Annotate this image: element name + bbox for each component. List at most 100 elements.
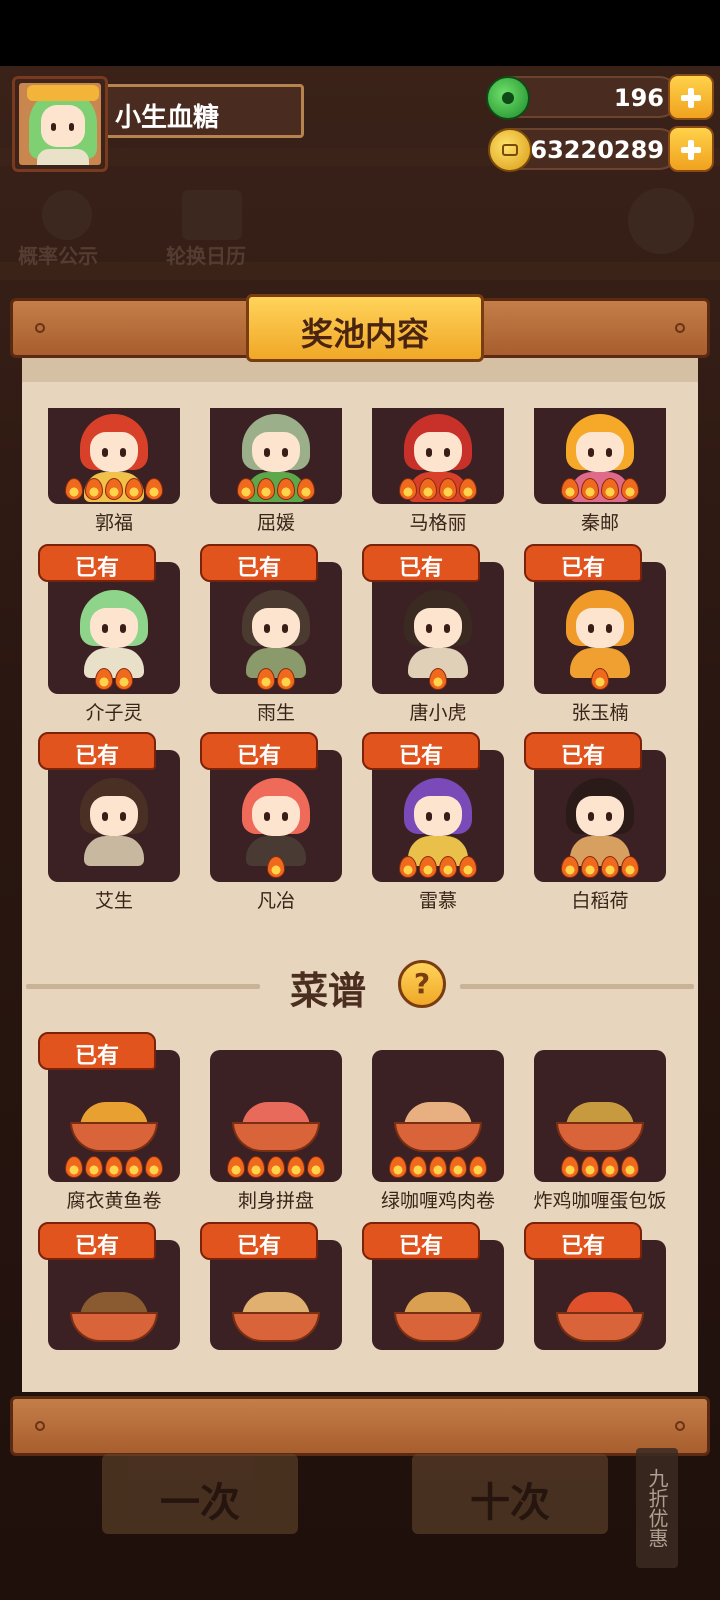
recipe-card[interactable]: 已有 腐衣黄鱼卷 <box>38 1032 180 1212</box>
owned-badge-label: 已有 <box>398 556 443 581</box>
character-card[interactable]: 已有唐小虎 <box>362 544 504 724</box>
portrait-eye <box>264 624 270 633</box>
character-card[interactable]: 已有介子灵 <box>38 544 180 724</box>
flame-star-icon <box>561 478 579 500</box>
flame-star-icon <box>459 856 477 878</box>
owned-badge-label: 已有 <box>560 744 605 769</box>
star-rating <box>372 856 504 878</box>
character-portrait-icon <box>234 582 318 682</box>
flame-star-icon <box>247 1156 265 1178</box>
owned-badge: 已有 <box>362 544 480 582</box>
character-card[interactable]: 已有 张玉楠 <box>524 544 666 724</box>
character-name: 唐小虎 <box>409 702 467 724</box>
panel-title: 奖池内容 <box>300 315 429 353</box>
owned-badge: 已有 <box>200 1222 318 1260</box>
recipe-card[interactable]: 刺身拼盘 <box>210 1050 342 1212</box>
recipe-name: 刺身拼盘 <box>237 1190 314 1212</box>
recipe-card[interactable]: 已有 <box>524 1222 666 1350</box>
portrait-eye <box>588 812 594 821</box>
help-icon[interactable]: ? <box>398 960 446 1008</box>
flame-star-icon <box>561 1156 579 1178</box>
owned-badge-label: 已有 <box>74 1044 119 1069</box>
owned-badge-label: 已有 <box>236 1234 281 1259</box>
portrait-face <box>414 796 462 836</box>
portrait-eye <box>282 812 288 821</box>
dish-plate <box>394 1312 482 1342</box>
character-card[interactable]: 马格丽 <box>372 372 504 534</box>
portrait-face <box>90 432 138 472</box>
character-portrait-icon <box>72 582 156 682</box>
character-card[interactable]: 已有 凡冶 <box>200 732 342 912</box>
flame-star-icon <box>227 1156 245 1178</box>
panel-bottom-rail <box>10 1396 710 1456</box>
character-name: 屈媛 <box>256 512 295 534</box>
recipe-card[interactable]: 已有 <box>38 1222 180 1350</box>
flame-star-icon <box>601 856 619 878</box>
jade-amount: 196 <box>613 84 664 112</box>
flame-star-icon <box>429 1156 447 1178</box>
portrait-face <box>252 796 300 836</box>
owned-badge: 已有 <box>524 732 642 770</box>
flame-star-icon <box>419 478 437 500</box>
owned-badge: 已有 <box>38 1032 156 1070</box>
portrait-eye <box>588 624 594 633</box>
add-gold-button[interactable] <box>668 126 714 172</box>
flame-star-icon <box>601 478 619 500</box>
recipe-name: 炸鸡咖喱蛋包饭 <box>533 1190 667 1212</box>
character-card[interactable]: 已有 白稻荷 <box>524 732 666 912</box>
exit-icon[interactable] <box>628 188 694 254</box>
calendar-label[interactable]: 轮换日历 <box>166 240 246 269</box>
owned-badge: 已有 <box>524 544 642 582</box>
owned-badge-label: 已有 <box>74 556 119 581</box>
flame-star-icon <box>591 668 609 690</box>
portrait-body <box>84 836 144 866</box>
character-card[interactable]: 已有 雷慕 <box>362 732 504 912</box>
star-rating <box>210 478 342 500</box>
character-card[interactable]: 已有 艾生 <box>38 732 180 912</box>
character-card[interactable]: 秦邮 <box>534 372 666 534</box>
character-card[interactable]: 郭福 <box>48 372 180 534</box>
recipe-card[interactable]: 已有 <box>362 1222 504 1350</box>
flame-star-icon <box>65 1156 83 1178</box>
character-card[interactable]: 屈媛 <box>210 372 342 534</box>
character-name: 介子灵 <box>85 702 143 724</box>
recipe-card[interactable]: 炸鸡咖喱蛋包饭 <box>533 1050 667 1212</box>
owned-badge-label: 已有 <box>236 556 281 581</box>
portrait-eye <box>264 448 270 457</box>
dish-icon <box>394 1288 482 1346</box>
background-beam <box>0 262 720 280</box>
ten-draw-label: 十次 <box>470 1480 550 1526</box>
star-rating <box>534 668 666 690</box>
flame-star-icon <box>287 1156 305 1178</box>
flame-star-icon <box>581 478 599 500</box>
character-portrait-icon <box>558 582 642 682</box>
flame-star-icon <box>439 478 457 500</box>
character-portrait-icon <box>396 770 480 870</box>
single-draw-button[interactable]: 一次 <box>102 1454 298 1534</box>
recipe-card[interactable]: 已有 <box>200 1222 342 1350</box>
portrait-face <box>414 608 462 648</box>
flame-star-icon <box>105 1156 123 1178</box>
probability-label[interactable]: 概率公示 <box>18 240 98 269</box>
recipe-name: 绿咖喱鸡肉卷 <box>380 1190 495 1212</box>
portrait-eye <box>444 624 450 633</box>
discount-badge: 九折优惠 <box>636 1448 678 1568</box>
character-card[interactable]: 已有 雨生 <box>200 544 342 724</box>
portrait-eye <box>264 812 270 821</box>
flame-star-icon <box>459 478 477 500</box>
portrait-eye <box>426 448 432 457</box>
ten-draw-button[interactable]: 十次 <box>412 1454 608 1534</box>
owned-badge: 已有 <box>524 1222 642 1260</box>
recipe-card[interactable]: 绿咖喱鸡肉卷 <box>372 1050 504 1212</box>
portrait-face <box>576 608 624 648</box>
star-rating <box>534 1156 666 1178</box>
portrait-eye <box>282 448 288 457</box>
dish-icon <box>394 1098 482 1156</box>
add-jade-button[interactable] <box>668 74 714 120</box>
flame-star-icon <box>469 1156 487 1178</box>
flame-star-icon <box>277 668 295 690</box>
dish-icon <box>70 1098 158 1156</box>
portrait-face <box>576 796 624 836</box>
owned-badge-label: 已有 <box>398 1234 443 1259</box>
player-avatar[interactable] <box>12 76 108 172</box>
